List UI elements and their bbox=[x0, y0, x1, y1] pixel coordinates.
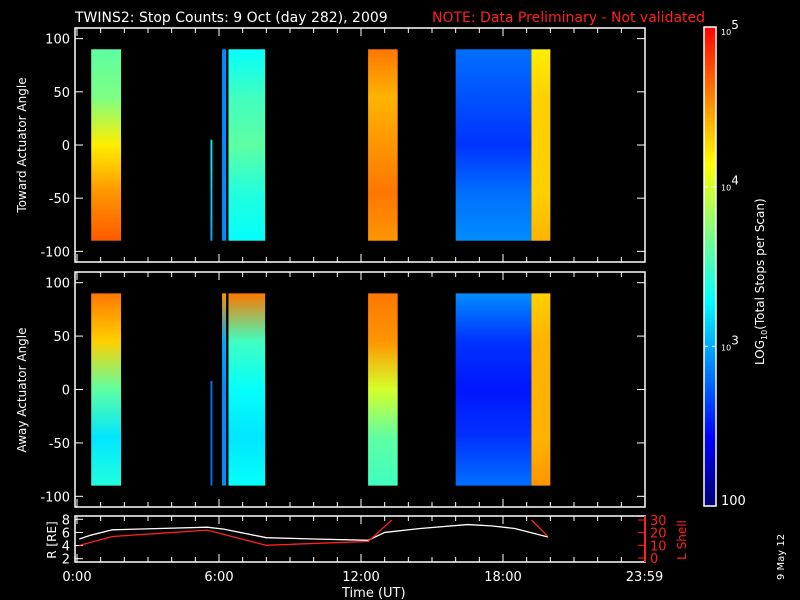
toward-ylabel: Toward Actuator Angle bbox=[15, 77, 29, 213]
y-tick-label: 100 bbox=[45, 277, 70, 292]
title-main: TWINS2: Stop Counts: 9 Oct (day 282), 20… bbox=[74, 10, 388, 26]
y-tick-label: -50 bbox=[49, 192, 70, 207]
colorbar-label: LOG10(Total Stops per Scan) bbox=[753, 198, 769, 365]
spectrogram-block bbox=[368, 49, 398, 241]
spectrogram-block bbox=[531, 293, 551, 486]
spectrogram-block bbox=[228, 49, 266, 241]
x-tick-label: 0:00 bbox=[62, 570, 91, 585]
spectrogram-block bbox=[91, 49, 122, 241]
y-tick-label: 2 bbox=[62, 553, 70, 568]
ephemeris-panel: 24680102030R [RE] L Shell0:00 6:00 12:00 18:… bbox=[45, 513, 689, 585]
lshell-axis-label: L Shell bbox=[675, 520, 689, 560]
r-line bbox=[79, 523, 549, 541]
tick-exponent: 4 bbox=[731, 174, 739, 188]
spectrogram-block bbox=[531, 49, 551, 241]
spectrogram-block bbox=[455, 49, 532, 241]
spectrogram-block bbox=[210, 380, 213, 486]
colorbar-tick-label: 100 bbox=[721, 494, 746, 509]
spectrogram-block bbox=[210, 139, 213, 241]
y-tick-label: 50 bbox=[53, 330, 70, 345]
y-tick-label: 0 bbox=[62, 139, 70, 154]
colorbar-scale bbox=[703, 26, 717, 507]
y-tick-label: 0 bbox=[62, 384, 70, 399]
y-tick-label: 50 bbox=[53, 86, 70, 101]
spectrogram-block bbox=[91, 293, 122, 486]
colorbar-tick-label: 105 bbox=[721, 18, 739, 37]
y-tick-label: -100 bbox=[40, 245, 70, 260]
ephemeris-frame bbox=[74, 515, 646, 563]
x-axis-label: Time (UT) bbox=[341, 586, 406, 600]
y-tick-label: -100 bbox=[40, 490, 70, 505]
footer-date: 9 May 12 bbox=[776, 534, 787, 580]
r-axis-label: R [RE] bbox=[45, 521, 59, 558]
y-tick-label: 6 bbox=[62, 526, 70, 541]
y-tick-label: -50 bbox=[49, 437, 70, 452]
tick-base: 10 bbox=[721, 184, 731, 193]
tick-base: 10 bbox=[721, 28, 731, 37]
y-tick-label: 4 bbox=[62, 540, 70, 555]
tick-base: 10 bbox=[721, 343, 731, 352]
spectrogram-block bbox=[222, 293, 227, 486]
x-tick-label: 23:59 bbox=[626, 570, 663, 585]
lshell-line bbox=[79, 519, 393, 546]
tick-base: 100 bbox=[721, 494, 746, 509]
y-tick-label: 100 bbox=[45, 33, 70, 48]
colorbar-tick-label: 104 bbox=[721, 174, 739, 193]
spectrogram-block bbox=[455, 293, 532, 486]
x-tick-label: 6:00 bbox=[204, 570, 233, 585]
x-tick-label: 18:00 bbox=[484, 570, 521, 585]
colorbar: 105104103100 bbox=[703, 18, 746, 509]
x-tick-label: 12:00 bbox=[342, 570, 379, 585]
toward-frame bbox=[74, 27, 646, 263]
y-tick-label: 8 bbox=[62, 513, 70, 528]
tick-exponent: 3 bbox=[731, 333, 739, 347]
title-note: NOTE: Data Preliminary - Not validated bbox=[432, 10, 705, 26]
tick-exponent: 5 bbox=[731, 18, 739, 32]
colorbar-tick-label: 103 bbox=[721, 333, 739, 352]
away-frame bbox=[74, 271, 646, 508]
y-tick-label-right: 30 bbox=[650, 514, 667, 529]
away-panel: 100 50 0 -50 -100 bbox=[40, 271, 646, 508]
spectrogram-block bbox=[368, 293, 398, 486]
spectrogram-block bbox=[228, 293, 266, 486]
away-ylabel: Away Actuator Angle bbox=[15, 327, 29, 452]
spectrogram-block bbox=[222, 49, 227, 241]
toward-panel: 100 50 0 -50 -100 bbox=[40, 27, 646, 263]
stop-counts-figure: TWINS2: Stop Counts: 9 Oct (day 282), 20… bbox=[15, 10, 787, 600]
